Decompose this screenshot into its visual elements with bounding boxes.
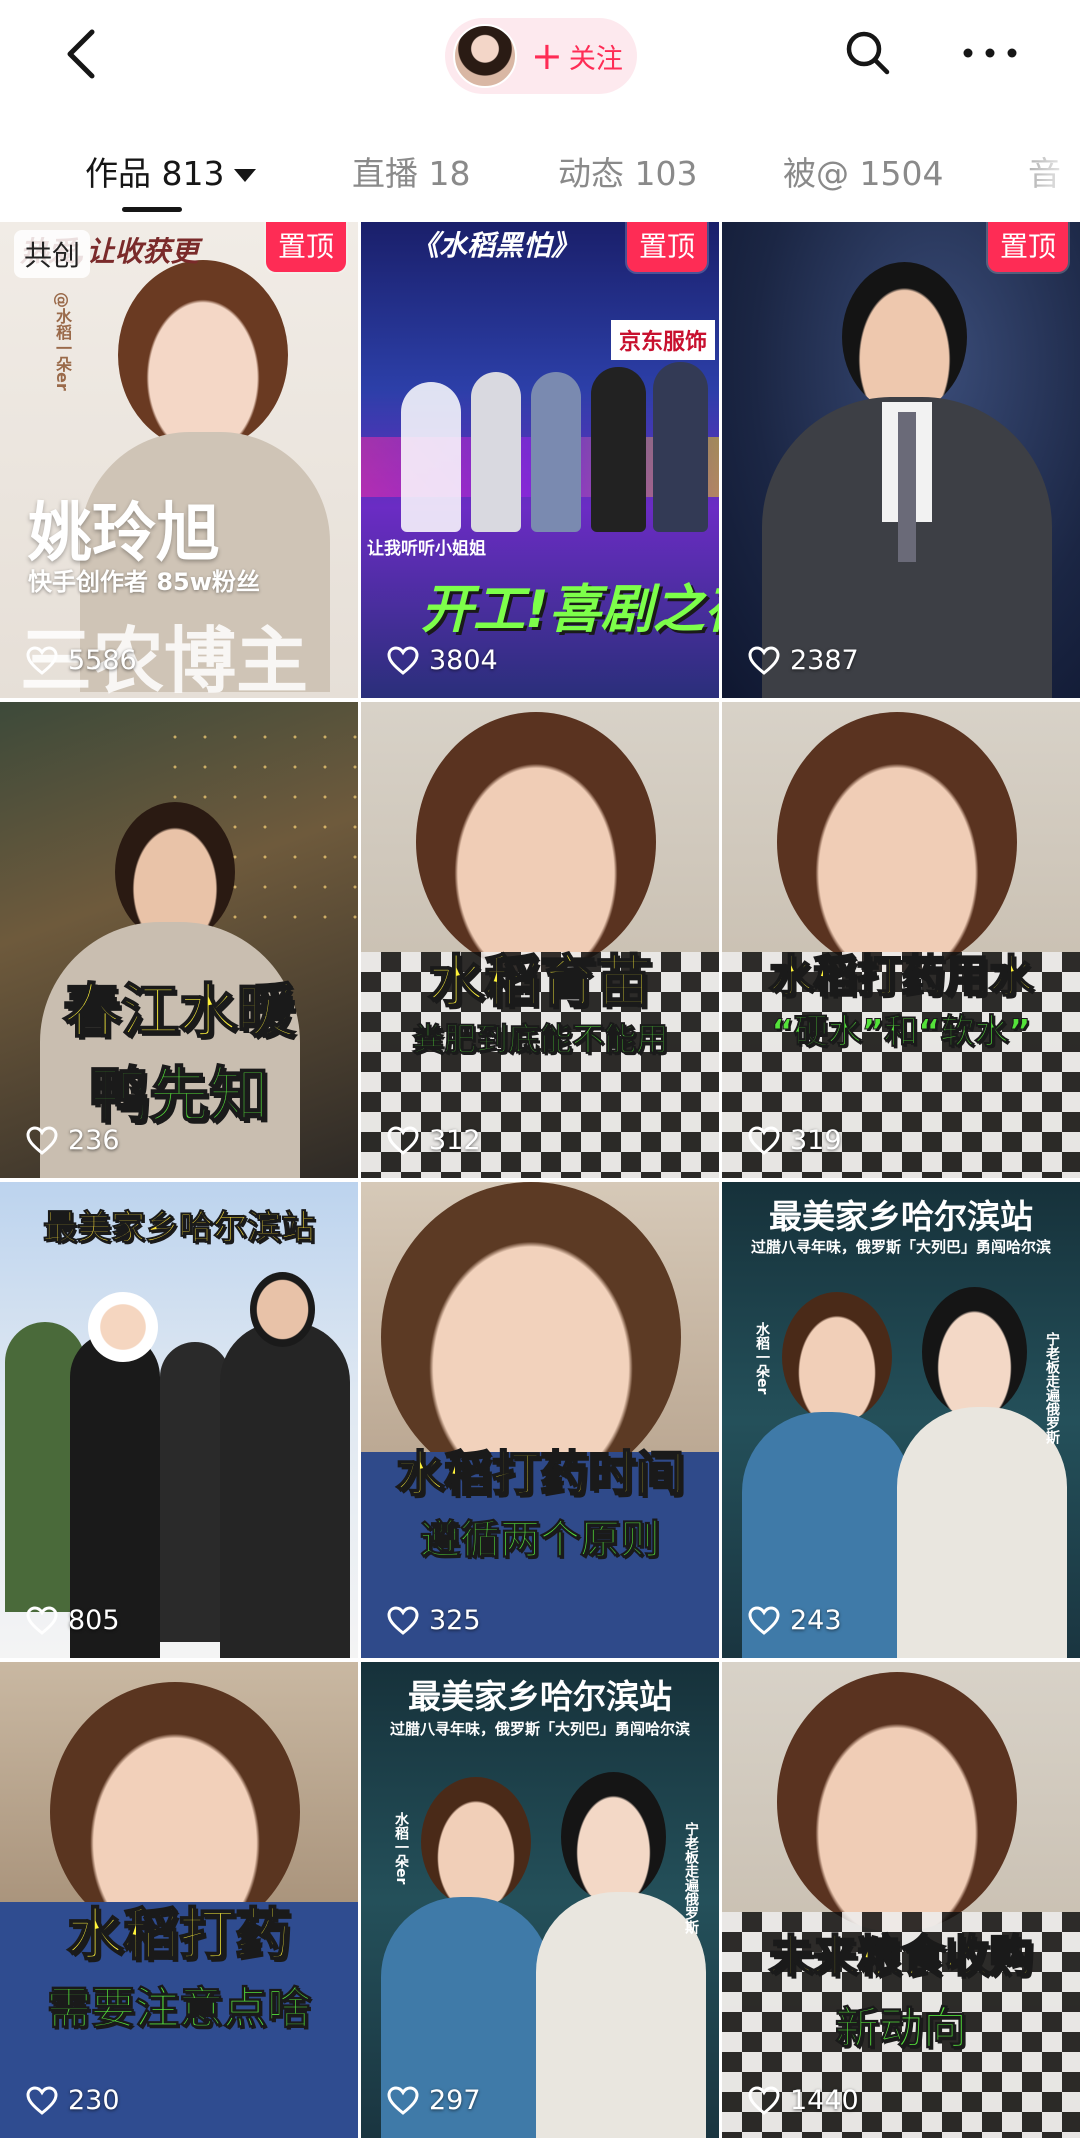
video-tile[interactable]: 最美家乡哈尔滨站 过腊八寻年味，俄罗斯「大列巴」勇闯哈尔滨 水稻一朵er 宁老板… bbox=[722, 1182, 1080, 1658]
pinned-badge: 置顶 bbox=[626, 222, 707, 272]
tab-works-label: 作品 813 bbox=[85, 154, 225, 193]
like-count-value: 805 bbox=[68, 1605, 120, 1636]
video-text-bottom: 开工!喜剧之夜 bbox=[421, 580, 719, 640]
video-caption-2: 需要注意点啥 bbox=[47, 1983, 312, 2035]
video-caption-1: 水稻育苗 bbox=[427, 949, 653, 1016]
video-caption-1: 最美家乡哈尔滨站 bbox=[769, 1197, 1033, 1236]
video-text-mid: 让我听听小姐姐 bbox=[367, 539, 486, 559]
like-count: 805 bbox=[26, 1605, 120, 1636]
tab-moments[interactable]: 动态 103 bbox=[558, 147, 697, 195]
follow-button[interactable]: + 关注 bbox=[445, 18, 637, 94]
video-tile[interactable]: 水稻打药 需要注意点啥 230 bbox=[0, 1662, 358, 2138]
like-count: 236 bbox=[26, 1125, 120, 1156]
more-icon[interactable] bbox=[960, 28, 1020, 78]
video-caption-2: 过腊八寻年味，俄罗斯「大列巴」勇闯哈尔滨 bbox=[750, 1238, 1051, 1256]
video-tile[interactable]: 未来粮食收购 新动向 1440 bbox=[722, 1662, 1080, 2138]
video-caption-1: 未来粮食收购 bbox=[768, 1930, 1034, 1983]
video-caption-2: 遵循两个原则 bbox=[420, 1517, 661, 1564]
tab-active-indicator bbox=[122, 207, 182, 212]
video-caption-1: 水稻打药 bbox=[66, 1902, 292, 1969]
like-count-value: 319 bbox=[790, 1125, 842, 1156]
video-text-top: 《水稻黑怕》 bbox=[411, 229, 580, 262]
video-caption-2: 鸭先知 bbox=[88, 1060, 270, 1132]
heart-icon bbox=[748, 2085, 780, 2115]
top-bar: + 关注 bbox=[0, 0, 1080, 110]
like-count-value: 2387 bbox=[790, 645, 859, 676]
video-tile[interactable]: 最美家乡哈尔滨站 过腊八寻年味，俄罗斯「大列巴」勇闯哈尔滨 水稻一朵er 宁老板… bbox=[361, 1662, 719, 2138]
pinned-badge: 置顶 bbox=[265, 222, 346, 272]
video-tile[interactable]: 春江水暖 鸭先知 236 bbox=[0, 702, 358, 1178]
heart-icon bbox=[387, 1125, 419, 1155]
heart-icon bbox=[748, 645, 780, 675]
dropdown-arrow-icon[interactable] bbox=[234, 169, 257, 182]
like-count-value: 1440 bbox=[790, 2085, 859, 2116]
like-count: 2387 bbox=[748, 645, 859, 676]
co-create-badge: 共创 bbox=[14, 230, 91, 278]
video-tile[interactable]: 水稻育苗 粪肥到底能不能用 312 bbox=[361, 702, 719, 1178]
like-count: 3804 bbox=[387, 645, 498, 676]
like-count: 243 bbox=[748, 1605, 842, 1636]
video-caption-2: 新动向 bbox=[835, 2003, 968, 2055]
heart-icon bbox=[387, 2085, 419, 2115]
video-tile[interactable]: 置顶 2387 bbox=[722, 222, 1080, 698]
like-count-value: 297 bbox=[429, 2085, 481, 2116]
like-count-value: 243 bbox=[790, 1605, 842, 1636]
video-text-sub: 快手创作者 85w粉丝 bbox=[28, 568, 260, 596]
avatar[interactable] bbox=[453, 24, 517, 88]
video-tag-b: 宁老板走遍俄罗斯 bbox=[1044, 1332, 1060, 1444]
pinned-badge: 置顶 bbox=[987, 222, 1068, 272]
video-caption-2: 过腊八寻年味，俄罗斯「大列巴」勇闯哈尔滨 bbox=[389, 1720, 690, 1738]
video-text-vertical: @水稻一朵er bbox=[53, 292, 72, 391]
like-count: 1440 bbox=[748, 2085, 859, 2116]
video-caption-1: 水稻打药时间 bbox=[395, 1445, 685, 1503]
video-caption-2: “硬水”和“软水” bbox=[771, 1012, 1031, 1053]
like-count-value: 5586 bbox=[68, 645, 137, 676]
video-tile[interactable]: 热爱,让收获更 @水稻一朵er 姚玲旭 快手创作者 85w粉丝 三农博主 共创 … bbox=[0, 222, 358, 698]
heart-icon bbox=[26, 1605, 58, 1635]
heart-icon bbox=[387, 645, 419, 675]
video-tile[interactable]: 水稻打药时间 遵循两个原则 325 bbox=[361, 1182, 719, 1658]
tab-live[interactable]: 直播 18 bbox=[352, 147, 470, 195]
follow-label: 关注 bbox=[568, 43, 623, 75]
like-count: 319 bbox=[748, 1125, 842, 1156]
like-count: 230 bbox=[26, 2085, 120, 2116]
video-caption-1: 水稻打药用水 bbox=[768, 950, 1034, 1003]
video-caption-1: 最美家乡哈尔滨站 bbox=[43, 1208, 316, 1249]
heart-icon bbox=[748, 1605, 780, 1635]
video-tile[interactable]: 《水稻黑怕》 京东服饰 让我听听小姐姐 开工!喜剧之夜 置顶 3804 bbox=[361, 222, 719, 698]
profile-tabs: 作品 813 直播 18 动态 103 被@ 1504 音 bbox=[0, 125, 1080, 215]
like-count: 297 bbox=[387, 2085, 481, 2116]
video-tile[interactable]: 水稻打药用水 “硬水”和“软水” 319 bbox=[722, 702, 1080, 1178]
tab-works[interactable]: 作品 813 bbox=[85, 147, 257, 195]
video-tag-b: 宁老板走遍俄罗斯 bbox=[683, 1822, 699, 1934]
tab-scroll-fade bbox=[1000, 125, 1080, 215]
like-count: 312 bbox=[387, 1125, 481, 1156]
video-tag-a: 水稻一朵er bbox=[754, 1322, 770, 1395]
video-tag-a: 水稻一朵er bbox=[393, 1812, 409, 1885]
like-count-value: 230 bbox=[68, 2085, 120, 2116]
like-count-value: 236 bbox=[68, 1125, 120, 1156]
video-caption-1: 春江水暖 bbox=[62, 976, 296, 1046]
heart-icon bbox=[26, 2085, 58, 2115]
heart-icon bbox=[748, 1125, 780, 1155]
video-text-sign: 京东服饰 bbox=[611, 320, 716, 360]
heart-icon bbox=[387, 1605, 419, 1635]
like-count: 325 bbox=[387, 1605, 481, 1636]
like-count-value: 3804 bbox=[429, 645, 498, 676]
like-count: 5586 bbox=[26, 645, 137, 676]
search-icon[interactable] bbox=[843, 28, 893, 78]
like-count-value: 325 bbox=[429, 1605, 481, 1636]
video-text-name: 姚玲旭 bbox=[28, 496, 220, 571]
plus-icon: + bbox=[531, 34, 563, 78]
heart-icon bbox=[26, 1125, 58, 1155]
video-caption-2: 粪肥到底能不能用 bbox=[411, 1020, 668, 1059]
heart-icon bbox=[26, 645, 58, 675]
back-icon[interactable] bbox=[62, 26, 102, 82]
like-count-value: 312 bbox=[429, 1125, 481, 1156]
video-caption-1: 最美家乡哈尔滨站 bbox=[408, 1677, 672, 1716]
tab-mentions[interactable]: 被@ 1504 bbox=[783, 147, 943, 195]
video-tile[interactable]: 最美家乡哈尔滨站 805 bbox=[0, 1182, 358, 1658]
